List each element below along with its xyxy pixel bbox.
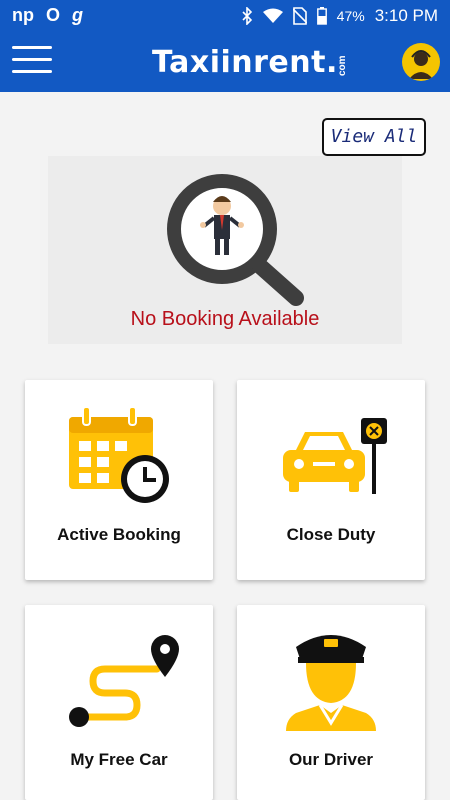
app-bar: Taxiinrent. com <box>0 32 450 92</box>
taxi-stop-icon <box>283 418 387 494</box>
no-booking-message: No Booking Available <box>130 308 320 330</box>
close-duty-label: Close Duty <box>286 525 376 544</box>
clock: 3:10 PM <box>374 6 438 25</box>
battery-icon <box>316 7 327 25</box>
battery-percent: 47% <box>336 8 365 24</box>
route-pin-icon <box>69 635 179 727</box>
bluetooth-icon <box>242 7 252 25</box>
hamburger-line <box>12 58 52 61</box>
no-sim-icon <box>292 7 307 25</box>
close-duty-card[interactable]: Close Duty <box>237 380 425 580</box>
opera-notification-icon: O <box>46 5 61 25</box>
np-notification-icon: np <box>12 5 34 25</box>
my-free-car-label: My Free Car <box>70 750 168 769</box>
driver-avatar-icon <box>409 50 433 79</box>
logo-suffix: com <box>336 55 348 76</box>
no-booking-panel: No Booking Available <box>48 156 402 344</box>
our-driver-label: Our Driver <box>288 750 374 769</box>
booking-section: View All No Booking Available <box>24 110 426 355</box>
profile-avatar[interactable] <box>402 43 440 81</box>
active-booking-card[interactable]: Active Booking <box>25 380 213 580</box>
active-booking-label: Active Booking <box>57 525 181 544</box>
calendar-clock-icon <box>69 406 169 503</box>
status-bar: np O g 47% 3:10 PM <box>0 0 450 32</box>
g-notification-icon: g <box>72 5 84 25</box>
my-free-car-card[interactable]: My Free Car <box>25 605 213 800</box>
our-driver-card[interactable]: Our Driver <box>237 605 425 800</box>
magnifier-person-icon <box>167 174 304 306</box>
hamburger-line <box>12 46 52 49</box>
driver-icon <box>286 635 376 731</box>
status-left-icons: np O g <box>12 5 83 26</box>
app-logo: Taxiinrent. com <box>152 42 368 82</box>
logo-text: Taxiinrent. <box>152 45 338 80</box>
menu-button[interactable] <box>12 46 52 78</box>
wifi-icon <box>262 8 283 23</box>
view-all-button[interactable]: View All <box>322 118 426 156</box>
status-right: 47% 3:10 PM <box>241 6 438 26</box>
hamburger-line <box>12 70 52 73</box>
